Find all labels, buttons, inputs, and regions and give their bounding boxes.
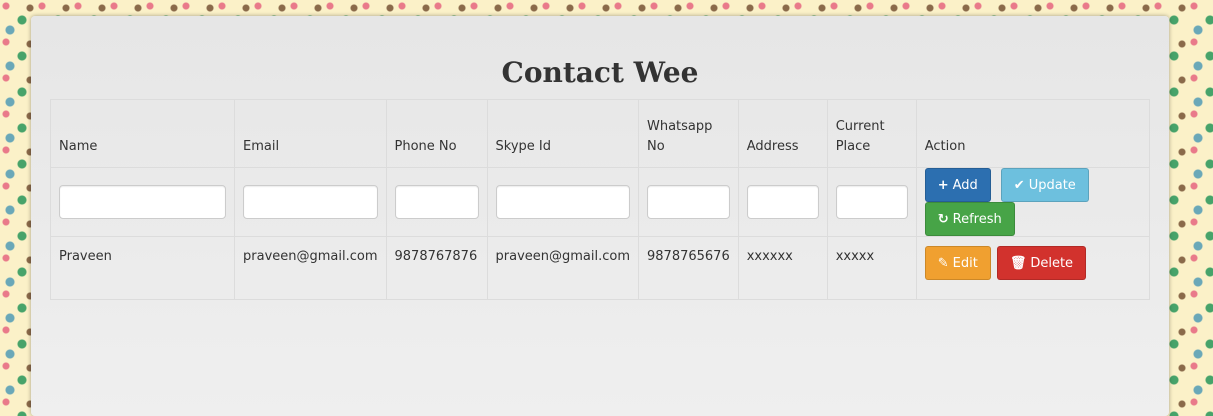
header-email: Email xyxy=(234,99,387,168)
header-skype: Skype Id xyxy=(486,99,639,168)
cell-name: Praveen xyxy=(50,236,235,300)
header-name: Name xyxy=(50,99,235,168)
header-action: Action xyxy=(915,99,1151,168)
whatsapp-input[interactable] xyxy=(647,185,730,219)
header-phone: Phone No xyxy=(385,99,488,168)
contacts-table: Name Email Phone No Skype Id Whatsapp No… xyxy=(50,99,1151,300)
header-row: Name Email Phone No Skype Id Whatsapp No… xyxy=(50,99,1151,168)
add-button[interactable]: + Add xyxy=(924,168,991,202)
trash-icon: 🗑 xyxy=(1009,256,1027,271)
update-button[interactable]: ✔ Update xyxy=(1000,168,1089,202)
header-whatsapp: Whatsapp No xyxy=(638,99,739,168)
header-address: Address xyxy=(737,99,828,168)
table-row: Praveen praveen@gmail.com 9878767876 pra… xyxy=(50,236,1151,300)
email-input[interactable] xyxy=(243,185,378,219)
cell-skype: praveen@gmail.com xyxy=(486,236,639,300)
check-icon: ✔ xyxy=(1013,178,1025,193)
cell-address: xxxxxx xyxy=(737,236,828,300)
page-title: Contact Wee xyxy=(501,56,699,89)
refresh-button[interactable]: ↻ Refresh xyxy=(924,202,1015,236)
cell-whatsapp: 9878765676 xyxy=(638,236,739,300)
cell-phone: 9878767876 xyxy=(385,236,488,300)
phone-input[interactable] xyxy=(394,185,479,219)
header-current-place: Current Place xyxy=(826,99,917,168)
address-input[interactable] xyxy=(746,185,819,219)
input-row: + Add ✔ Update↻ Refresh xyxy=(50,167,1151,237)
name-input[interactable] xyxy=(59,185,226,219)
pencil-icon: ✎ xyxy=(937,256,949,271)
edit-button[interactable]: ✎ Edit xyxy=(924,246,991,280)
main-panel: Contact Wee Name Email Phone No Skype Id… xyxy=(31,16,1169,416)
cell-current-place: xxxxx xyxy=(826,236,917,300)
delete-button[interactable]: 🗑 Delete xyxy=(996,246,1087,280)
refresh-icon: ↻ xyxy=(937,212,949,227)
cell-email: praveen@gmail.com xyxy=(234,236,387,300)
skype-input[interactable] xyxy=(495,185,630,219)
current-place-input[interactable] xyxy=(835,185,908,219)
plus-icon: + xyxy=(937,178,949,193)
